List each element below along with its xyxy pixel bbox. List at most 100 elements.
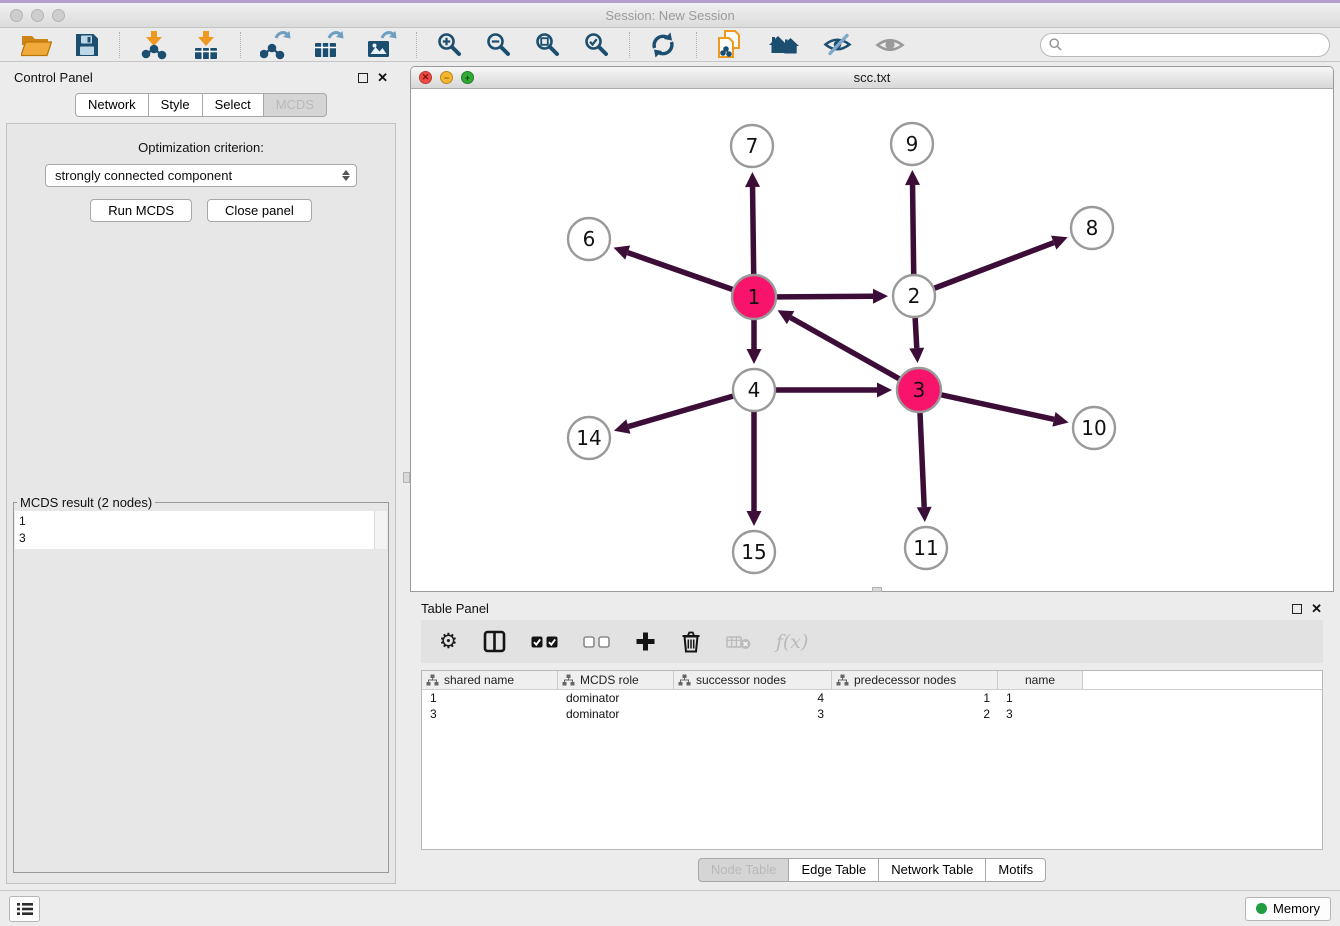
column-header-successor-nodes[interactable]: successor nodes: [674, 671, 832, 689]
table-tab-motifs[interactable]: Motifs: [986, 858, 1046, 882]
cell-predecessor-nodes[interactable]: 1: [832, 690, 998, 706]
fx-icon[interactable]: f(x): [776, 631, 809, 653]
cell-successor-nodes[interactable]: 3: [674, 706, 832, 722]
right-column: ✕ − + scc.txt 1234678910111415 Table Pan…: [410, 62, 1340, 890]
zoom-out-icon[interactable]: [479, 29, 518, 60]
table-body: 1dominator4113dominator323: [422, 690, 1322, 722]
search-input[interactable]: [1067, 37, 1321, 52]
cell-successor-nodes[interactable]: 4: [674, 690, 832, 706]
criterion-value: strongly connected component: [55, 168, 232, 183]
graph-node-label: 7: [746, 134, 759, 158]
column-header-shared-name[interactable]: shared name: [422, 671, 558, 689]
search-box: [1040, 33, 1330, 57]
graph-arrowhead-4-14: [614, 419, 630, 433]
graph-node-9[interactable]: 9: [891, 123, 933, 165]
graph-arrowhead-2-9: [905, 170, 920, 185]
save-icon[interactable]: [68, 30, 106, 60]
mcds-result-textarea[interactable]: 1 3: [15, 511, 387, 549]
export-table-icon[interactable]: [307, 28, 350, 62]
open-icon[interactable]: [15, 30, 58, 60]
deselect-all-icon[interactable]: [583, 636, 610, 648]
tab-style[interactable]: Style: [149, 93, 203, 117]
import-network-icon[interactable]: [133, 28, 175, 62]
split-columns-icon[interactable]: [483, 630, 506, 653]
graph-node-7[interactable]: 7: [731, 125, 773, 167]
status-menu-button[interactable]: [9, 896, 40, 922]
network-resize-handle[interactable]: [872, 587, 882, 592]
add-row-icon[interactable]: [635, 631, 656, 652]
import-table-icon[interactable]: [185, 28, 227, 62]
toolbar-separator: [416, 32, 417, 58]
list-menu-icon: [17, 902, 33, 916]
column-header-MCDS-role[interactable]: MCDS role: [558, 671, 674, 689]
mcds-result-text: 1 3: [15, 511, 374, 549]
splitter-handle[interactable]: [403, 472, 410, 483]
home-icon[interactable]: [761, 30, 807, 60]
export-image-icon[interactable]: [360, 28, 403, 62]
run-mcds-button[interactable]: Run MCDS: [90, 199, 192, 222]
memory-button[interactable]: Memory: [1245, 897, 1331, 921]
delete-column-icon[interactable]: [726, 634, 751, 650]
close-panel-icon[interactable]: ✕: [377, 71, 388, 84]
table-tab-network-table[interactable]: Network Table: [879, 858, 986, 882]
graph-edge-2-8: [914, 243, 1054, 296]
zoom-selected-icon[interactable]: [577, 29, 616, 60]
graph-arrowhead-2-3: [909, 348, 924, 363]
zoom-in-icon[interactable]: [430, 29, 469, 60]
graph-node-1[interactable]: 1: [732, 275, 776, 319]
graph-node-4[interactable]: 4: [733, 369, 775, 411]
graph-node-8[interactable]: 8: [1071, 207, 1113, 249]
network-canvas[interactable]: 1 2 3 4 6 7 8 9 10 11 14 15: [411, 89, 1333, 591]
cell-MCDS-role[interactable]: dominator: [558, 690, 674, 706]
cell-MCDS-role[interactable]: dominator: [558, 706, 674, 722]
cell-shared-name[interactable]: 1: [422, 690, 558, 706]
settings-gear-icon[interactable]: ⚙: [439, 631, 458, 652]
network-titlebar[interactable]: ✕ − + scc.txt: [411, 67, 1333, 89]
panel-splitter[interactable]: [402, 62, 410, 890]
clone-network-icon[interactable]: [710, 27, 751, 62]
column-header-name[interactable]: name: [998, 671, 1083, 689]
cell-name[interactable]: 1: [998, 690, 1083, 706]
criterion-select[interactable]: strongly connected component: [45, 164, 357, 187]
graph-node-15[interactable]: 15: [733, 531, 775, 573]
float-panel-icon[interactable]: [358, 73, 368, 83]
delete-row-icon[interactable]: [681, 630, 701, 653]
graph-node-label: 3: [913, 378, 926, 402]
column-type-icon: [836, 674, 849, 686]
control-panel-tabs: NetworkStyleSelectMCDS: [0, 93, 402, 117]
table-tab-edge-table[interactable]: Edge Table: [789, 858, 879, 882]
tab-network[interactable]: Network: [75, 93, 149, 117]
tab-select[interactable]: Select: [203, 93, 264, 117]
graph-node-10[interactable]: 10: [1073, 407, 1115, 449]
result-scrollbar[interactable]: [374, 511, 387, 549]
graph-node-3[interactable]: 3: [897, 368, 941, 412]
graph-node-11[interactable]: 11: [905, 527, 947, 569]
zoom-fit-icon[interactable]: [528, 29, 567, 60]
cell-shared-name[interactable]: 3: [422, 706, 558, 722]
cell-name[interactable]: 3: [998, 706, 1083, 722]
cell-predecessor-nodes[interactable]: 2: [832, 706, 998, 722]
application-window: Session: New Session Control Panel ✕ Net…: [0, 0, 1340, 926]
show-all-icon[interactable]: [869, 32, 911, 58]
table-row[interactable]: 1dominator411: [422, 690, 1322, 706]
close-panel-button[interactable]: Close panel: [207, 199, 312, 222]
close-table-panel-icon[interactable]: ✕: [1311, 602, 1322, 615]
graph-node-2[interactable]: 2: [893, 275, 935, 317]
refresh-icon[interactable]: [643, 29, 683, 61]
table-row[interactable]: 3dominator323: [422, 706, 1322, 722]
graph-arrowhead-4-15: [747, 511, 762, 526]
table-tab-node-table[interactable]: Node Table: [698, 858, 790, 882]
graph-arrowhead-1-2: [873, 289, 888, 304]
export-network-icon[interactable]: [254, 28, 297, 62]
tab-mcds[interactable]: MCDS: [264, 93, 327, 117]
graph-node-6[interactable]: 6: [568, 218, 610, 260]
hide-selected-icon[interactable]: [817, 30, 859, 59]
graph-node-label: 6: [583, 227, 596, 251]
select-all-icon[interactable]: [531, 636, 558, 648]
column-header-predecessor-nodes[interactable]: predecessor nodes: [832, 671, 998, 689]
float-table-panel-icon[interactable]: [1292, 604, 1302, 614]
graph-arrowhead-4-3: [877, 383, 892, 398]
graph-node-14[interactable]: 14: [568, 417, 610, 459]
main-area: Control Panel ✕ NetworkStyleSelectMCDS O…: [0, 62, 1340, 890]
toolbar-separator: [696, 32, 697, 58]
